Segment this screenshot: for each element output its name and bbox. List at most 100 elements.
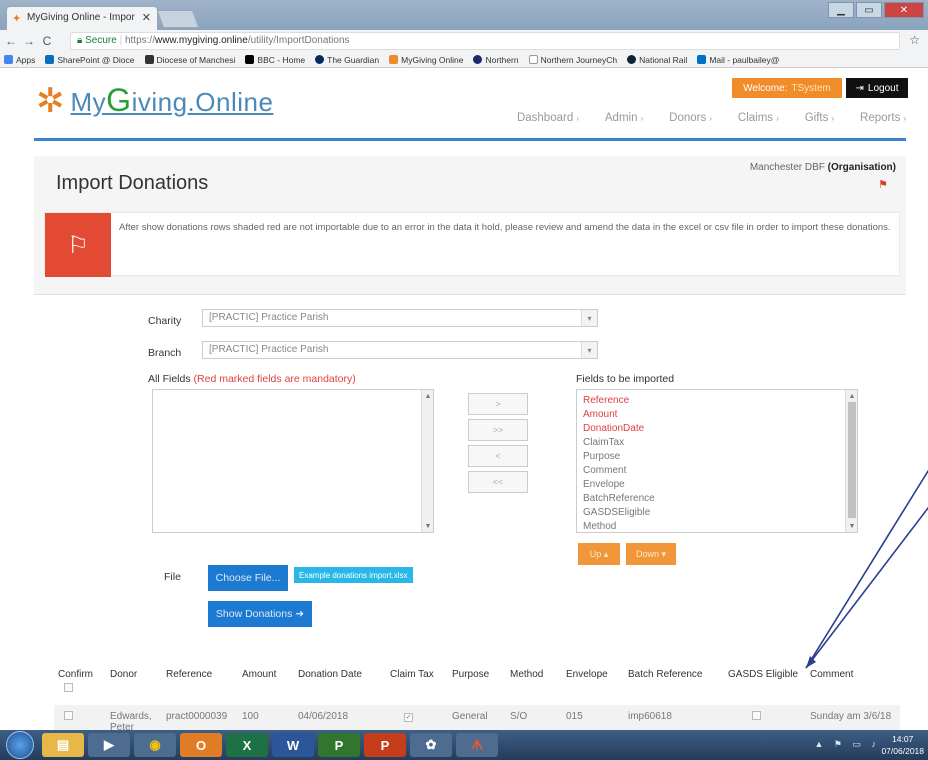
nav-donors[interactable]: Donors › (669, 112, 712, 124)
show-donations-button[interactable]: Show Donations ➜ (208, 601, 312, 627)
gasds-checkbox[interactable] (752, 711, 761, 720)
file-label: File (164, 571, 181, 583)
all-fields-listbox[interactable]: ▲ ▼ (152, 389, 434, 533)
charity-select[interactable]: [PRACTIC] Practice Parish ▾ (202, 309, 598, 327)
powerpoint-icon[interactable]: P (364, 733, 406, 757)
close-tab-icon[interactable]: ✕ (142, 11, 151, 24)
page-icon (528, 54, 538, 64)
confirm-checkbox[interactable] (64, 711, 73, 720)
start-button[interactable] (6, 731, 34, 759)
move-up-button[interactable]: Up ▴ (578, 543, 620, 565)
nav-claims[interactable]: Claims › (738, 112, 779, 124)
nav-gifts[interactable]: Gifts › (805, 112, 834, 124)
site-logo[interactable]: ✲ MyGiving.Online (36, 82, 273, 119)
alert-message: After show donations rows shaded red are… (119, 222, 891, 233)
table-header-row: Confirm Donor Reference Amount Donation … (54, 661, 900, 705)
list-item[interactable]: Method (583, 520, 655, 534)
col-donor: Donor (110, 669, 138, 680)
tab-title: MyGiving Online - Impor (27, 12, 135, 23)
publisher-icon[interactable]: P (318, 733, 360, 757)
list-item[interactable]: Purpose (583, 450, 655, 464)
move-down-button[interactable]: Down ▾ (626, 543, 676, 565)
col-donation-date: Donation Date (298, 669, 362, 680)
scrollbar[interactable]: ▲ ▼ (845, 390, 857, 532)
bookmark-item[interactable]: National Rail (627, 54, 687, 65)
system-tray[interactable]: ▲ ⚑ ▭ ♪ (815, 739, 880, 750)
chrome-icon[interactable]: ◉ (134, 733, 176, 757)
lock-icon: 🔒︎ (77, 35, 83, 46)
nav-dashboard[interactable]: Dashboard › (517, 112, 579, 124)
list-item[interactable]: Reference (583, 394, 655, 408)
word-icon[interactable]: W (272, 733, 314, 757)
media-player-icon[interactable]: ▶ (88, 733, 130, 757)
list-item[interactable]: ClaimTax (583, 436, 655, 450)
acrobat-icon[interactable]: ᗑ (456, 733, 498, 757)
logout-button[interactable]: ⇥ Logout (846, 78, 908, 98)
list-item[interactable]: Envelope (583, 478, 655, 492)
scroll-thumb[interactable] (848, 402, 856, 518)
bookmark-item[interactable]: SharePoint @ Dioce (45, 54, 135, 65)
bookmark-item[interactable]: MyGiving Online (389, 54, 463, 65)
choose-file-button[interactable]: Choose File... (208, 565, 288, 591)
reload-icon[interactable]: C (40, 34, 54, 48)
caret-up-icon: ▴ (603, 548, 609, 559)
bookmark-item[interactable]: The Guardian (315, 54, 379, 65)
url-input[interactable]: 🔒︎ Secure | https://www.mygiving.online/… (70, 32, 900, 50)
caret-down-icon: ▾ (661, 548, 667, 559)
network-icon[interactable]: ✿ (410, 733, 452, 757)
back-icon[interactable]: ← (4, 34, 18, 48)
new-tab-button[interactable] (156, 10, 200, 28)
fields-to-import-listbox[interactable]: Reference Amount DonationDate ClaimTax P… (576, 389, 858, 533)
window-controls: ▁ ▭ ✕ (828, 2, 924, 18)
list-item[interactable]: Comment (583, 464, 655, 478)
nav-reports[interactable]: Reports › (860, 112, 906, 124)
list-item[interactable]: GASDSEligible (583, 506, 655, 520)
alert-flag-icon: ⚐ (45, 213, 111, 277)
col-gasds-eligible: GASDS Eligible (728, 669, 799, 680)
system-clock[interactable]: 14:07 07/06/2018 (881, 733, 924, 757)
list-item[interactable]: DonationDate (583, 422, 655, 436)
dropdown-arrow-icon: ▾ (581, 342, 597, 358)
scroll-down-icon: ▼ (848, 522, 856, 530)
scrollbar[interactable]: ▲ ▼ (421, 390, 433, 532)
move-all-left-button[interactable]: << (468, 471, 528, 493)
nav-admin[interactable]: Admin › (605, 112, 643, 124)
bookmark-item[interactable]: Northern (473, 54, 519, 65)
list-item[interactable]: BatchReference (583, 492, 655, 506)
bookmark-item[interactable]: Apps (4, 54, 35, 65)
select-all-checkbox[interactable] (64, 683, 73, 692)
welcome-badge: Welcome: TSystem (732, 78, 842, 98)
move-left-button[interactable]: < (468, 445, 528, 467)
col-amount: Amount (242, 669, 277, 680)
forward-icon[interactable]: → (22, 34, 36, 48)
minimize-icon[interactable]: ▁ (828, 2, 854, 18)
bookmark-item[interactable]: BBC - Home (245, 54, 305, 65)
file-explorer-icon[interactable]: ▤ (42, 733, 84, 757)
outlook-icon[interactable]: O (180, 733, 222, 757)
move-all-right-button[interactable]: >> (468, 419, 528, 441)
maximize-icon[interactable]: ▭ (856, 2, 882, 18)
close-window-icon[interactable]: ✕ (884, 2, 924, 18)
url-scheme: https:// (124, 35, 155, 46)
list-item[interactable]: Amount (583, 408, 655, 422)
chevron-right-icon: › (776, 114, 779, 123)
bookmark-star-icon[interactable]: ☆ (909, 33, 920, 47)
flag-icon[interactable]: ⚑ (878, 178, 888, 191)
donations-table: Confirm Donor Reference Amount Donation … (54, 661, 900, 739)
move-right-button[interactable]: > (468, 393, 528, 415)
browser-tab[interactable]: ✦ MyGiving Online - Impor ✕ (6, 6, 158, 30)
branch-select[interactable]: [PRACTIC] Practice Parish ▾ (202, 341, 598, 359)
web-page: ✲ MyGiving.Online Welcome: TSystem ⇥ Log… (0, 68, 928, 739)
chevron-right-icon: › (903, 114, 906, 123)
excel-icon[interactable]: X (226, 733, 268, 757)
bookmark-item[interactable]: Northern JourneyCh (528, 54, 617, 65)
col-purpose: Purpose (452, 669, 490, 680)
claim-tax-checkbox[interactable]: ✓ (404, 713, 413, 722)
fields-to-import-label: Fields to be imported (576, 373, 675, 385)
example-file-link[interactable]: Example donations import.xlsx (294, 567, 413, 583)
bookmark-item[interactable]: Mail - paulbailey@ (697, 54, 779, 65)
col-claim-tax: Claim Tax (390, 669, 434, 680)
bookmark-item[interactable]: Diocese of Manchesi (144, 54, 235, 65)
diocese-icon (144, 54, 154, 64)
logout-icon: ⇥ (855, 82, 864, 94)
